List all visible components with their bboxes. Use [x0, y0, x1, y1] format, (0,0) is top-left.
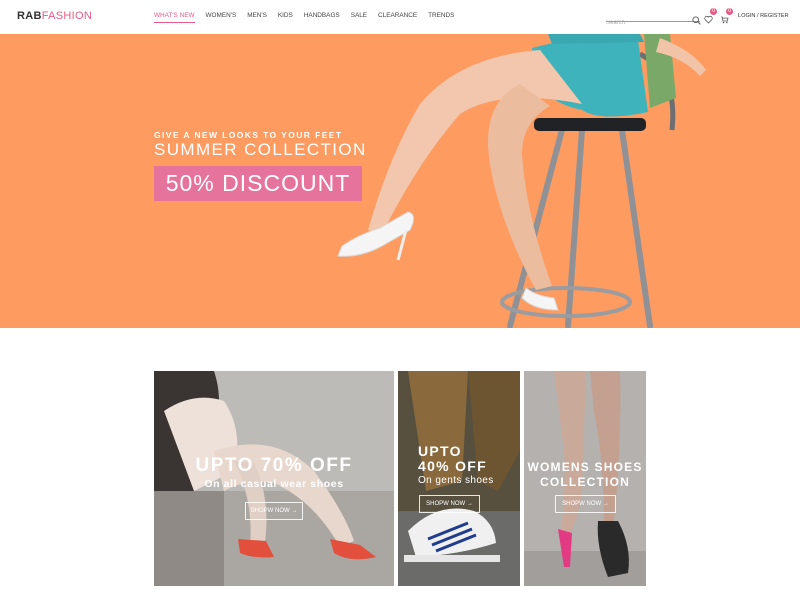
tile-womens-headline: WOMENS SHOES	[527, 460, 643, 474]
nav-item-mens[interactable]: MEN'S	[247, 12, 267, 23]
logo-part-fashion: FASHION	[41, 10, 93, 22]
nav-item-handbags[interactable]: HANDBAGS	[304, 12, 340, 23]
tile-womens-shop-button[interactable]: SHOPW NOW →	[555, 495, 616, 513]
hero-title: SUMMER COLLECTION	[154, 140, 367, 159]
site-logo[interactable]: RABFASHION	[17, 10, 92, 22]
tile-gents-subline: On gents shoes	[418, 475, 494, 486]
hero-tagline: GIVE A NEW LOOKS TO YOUR FEET	[154, 130, 343, 140]
promo-tile-casual[interactable]: UPTO 70% OFF On all casual wear shoes SH…	[154, 371, 394, 586]
tile-womens-headline-2: COLLECTION	[540, 475, 630, 489]
header: RABFASHION WHAT'S NEW WOMEN'S MEN'S KIDS…	[0, 0, 800, 34]
nav-item-clearance[interactable]: CLEARANCE	[378, 12, 417, 23]
search-input[interactable]	[606, 20, 686, 26]
promo-tile-gents[interactable]: UPTO 40% OFF On gents shoes SHOPW NOW →	[398, 371, 520, 586]
tile-casual-headline: UPTO 70% OFF	[195, 455, 353, 476]
tile-gents-headline-upto: UPTO	[418, 443, 462, 459]
cart-icon	[721, 16, 729, 24]
logo-part-rab: RAB	[17, 10, 42, 22]
search-box	[606, 11, 700, 26]
tile-gents-shop-button[interactable]: SHOPW NOW →	[419, 495, 480, 513]
cart-button[interactable]: 0	[720, 8, 733, 29]
cart-count-badge: 0	[726, 8, 733, 15]
main-nav: WHAT'S NEW WOMEN'S MEN'S KIDS HANDBAGS S…	[154, 12, 454, 23]
tile-casual-shop-button[interactable]: SHOPW NOW →	[245, 502, 303, 520]
tile-gents-headline-off: 40% OFF	[418, 458, 488, 474]
wishlist-count-badge: 0	[710, 8, 717, 15]
nav-item-whats-new[interactable]: WHAT'S NEW	[154, 12, 195, 23]
search-icon[interactable]	[692, 12, 701, 30]
login-register-link[interactable]: LOGIN / REGISTER	[738, 13, 789, 19]
hero-banner[interactable]: GIVE A NEW LOOKS TO YOUR FEET SUMMER COL…	[0, 34, 800, 328]
promo-tile-womens[interactable]: WOMENS SHOES COLLECTION SHOPW NOW →	[524, 371, 646, 586]
nav-item-kids[interactable]: KIDS	[278, 12, 293, 23]
hero-model-image	[337, 34, 706, 328]
page: RABFASHION WHAT'S NEW WOMEN'S MEN'S KIDS…	[0, 0, 800, 600]
wishlist-button[interactable]: 0	[704, 8, 717, 29]
nav-item-sale[interactable]: SALE	[351, 12, 367, 23]
nav-item-trends[interactable]: TRENDS	[428, 12, 454, 23]
tile-casual-subline: On all casual wear shoes	[204, 478, 344, 490]
heart-icon	[704, 15, 713, 24]
hero-discount-badge[interactable]: 50% DISCOUNT	[154, 166, 362, 201]
nav-item-womens[interactable]: WOMEN'S	[206, 12, 237, 23]
